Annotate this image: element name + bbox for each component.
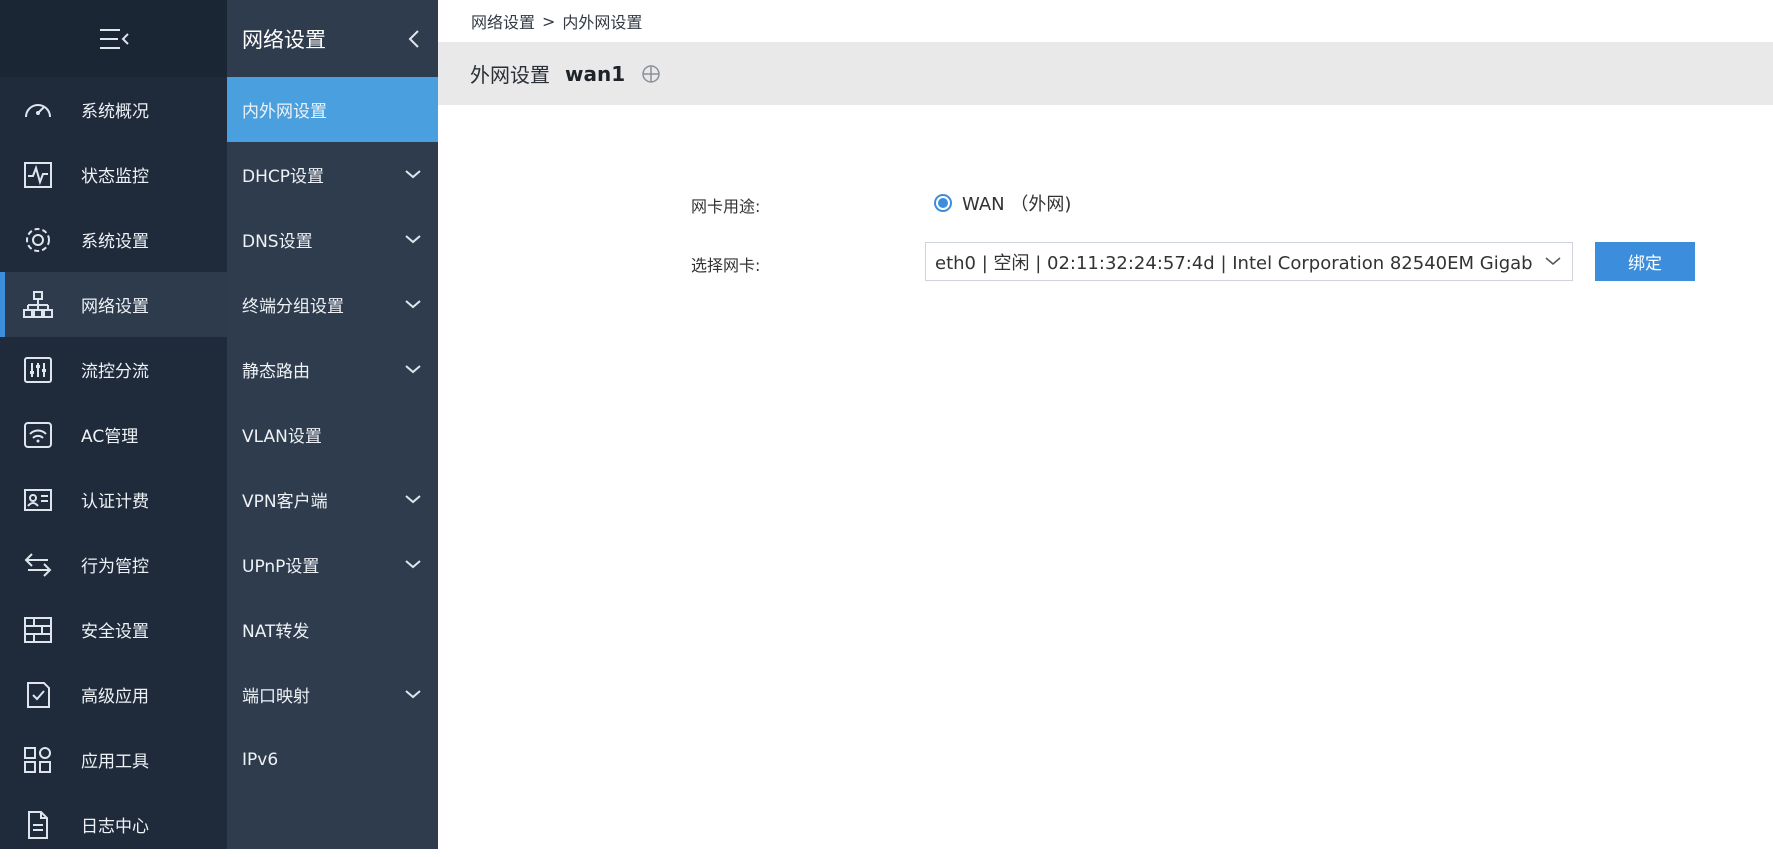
sidebar-item-label: 行为管控 bbox=[81, 557, 149, 577]
sidebar-item-label: 高级应用 bbox=[81, 687, 149, 707]
chevron-down-icon bbox=[405, 235, 421, 244]
subnav-item-label: 终端分组设置 bbox=[242, 297, 344, 317]
sidebar-item-label: 安全设置 bbox=[81, 622, 149, 642]
sidebar-item-ac-management[interactable]: AC管理 bbox=[0, 402, 227, 467]
gear-icon bbox=[22, 225, 54, 255]
dashboard-icon bbox=[22, 95, 54, 125]
firewall-icon bbox=[22, 615, 54, 645]
apps-icon bbox=[22, 745, 54, 775]
breadcrumb-current: 内外网设置 bbox=[562, 13, 643, 32]
checklist-icon bbox=[22, 680, 54, 710]
swap-icon bbox=[22, 550, 54, 580]
subnav-item-label: IPv6 bbox=[242, 749, 279, 770]
menu-collapse-icon[interactable] bbox=[98, 26, 130, 52]
chevron-down-icon bbox=[405, 170, 421, 179]
sidebar-item-label: 系统概况 bbox=[81, 102, 149, 122]
id-card-icon bbox=[22, 485, 54, 515]
sidebar-item-network-settings[interactable]: 网络设置 bbox=[0, 272, 227, 337]
nic-select[interactable]: eth0 | 空闲 | 02:11:32:24:57:4d | Intel Co… bbox=[925, 242, 1573, 281]
radio-dot bbox=[938, 198, 948, 208]
subnav-item-lan-wan[interactable]: 内外网设置 bbox=[227, 77, 438, 142]
sidebar-item-label: 应用工具 bbox=[81, 752, 149, 772]
sliders-icon bbox=[22, 355, 54, 385]
chevron-down-icon bbox=[1545, 257, 1561, 265]
sidebar-item-overview[interactable]: 系统概况 bbox=[0, 77, 227, 142]
subnav-item-label: VLAN设置 bbox=[242, 427, 322, 447]
subnav-item-dns[interactable]: DNS设置 bbox=[227, 207, 438, 272]
subnav-item-label: VPN客户端 bbox=[242, 492, 328, 512]
bind-button[interactable]: 绑定 bbox=[1595, 242, 1695, 281]
interface-name: wan1 bbox=[565, 61, 626, 86]
page-header: 外网设置 wan1 bbox=[438, 42, 1773, 105]
sidebar-item-system-settings[interactable]: 系统设置 bbox=[0, 207, 227, 272]
sidebar-item-authentication[interactable]: 认证计费 bbox=[0, 467, 227, 532]
subnav-item-label: NAT转发 bbox=[242, 622, 310, 642]
sidebar-item-label: 流控分流 bbox=[81, 362, 149, 382]
chevron-down-icon bbox=[405, 365, 421, 374]
wan-radio[interactable] bbox=[934, 194, 952, 212]
sidebar-toggle[interactable] bbox=[0, 0, 227, 77]
subnav-item-nat[interactable]: NAT转发 bbox=[227, 597, 438, 662]
subnav-item-dhcp[interactable]: DHCP设置 bbox=[227, 142, 438, 207]
breadcrumb-separator: > bbox=[542, 11, 556, 31]
usage-label: 网卡用途: bbox=[691, 197, 761, 216]
sidebar-item-label: 网络设置 bbox=[81, 297, 149, 317]
chevron-down-icon bbox=[405, 560, 421, 569]
subnav-item-label: 端口映射 bbox=[242, 687, 310, 707]
chevron-down-icon bbox=[405, 300, 421, 309]
subnav-item-upnp[interactable]: UPnP设置 bbox=[227, 532, 438, 597]
subnav-item-terminal-group[interactable]: 终端分组设置 bbox=[227, 272, 438, 337]
sub-navigation: 网络设置 内外网设置 DHCP设置 DNS设置 终端分组设置 静态路由 VLAN… bbox=[227, 0, 438, 849]
add-circle-icon[interactable] bbox=[640, 63, 662, 85]
subnav-item-vlan[interactable]: VLAN设置 bbox=[227, 402, 438, 467]
subnav-item-static-route[interactable]: 静态路由 bbox=[227, 337, 438, 402]
chevron-down-icon bbox=[405, 690, 421, 699]
subnav-item-vpn-client[interactable]: VPN客户端 bbox=[227, 467, 438, 532]
document-icon bbox=[22, 810, 54, 840]
subnav-title: 网络设置 bbox=[242, 27, 326, 52]
sidebar-item-flow-control[interactable]: 流控分流 bbox=[0, 337, 227, 402]
network-icon bbox=[22, 290, 54, 320]
subnav-header: 网络设置 bbox=[227, 0, 438, 77]
wan-radio-label: WAN （外网) bbox=[962, 194, 1072, 215]
subnav-item-label: 内外网设置 bbox=[242, 102, 327, 122]
sidebar-item-label: 认证计费 bbox=[81, 492, 149, 512]
wifi-icon bbox=[22, 420, 54, 450]
monitor-icon bbox=[22, 160, 54, 190]
subnav-item-label: DNS设置 bbox=[242, 232, 313, 252]
breadcrumb: 网络设置 > 内外网设置 bbox=[438, 0, 1773, 42]
main-content: 网络设置 > 内外网设置 外网设置 wan1 网卡用途: WAN （外网) 选择… bbox=[438, 0, 1773, 849]
subnav-item-label: UPnP设置 bbox=[242, 557, 320, 577]
sidebar-item-label: 日志中心 bbox=[81, 817, 149, 837]
chevron-down-icon bbox=[405, 495, 421, 504]
nic-label: 选择网卡: bbox=[691, 256, 761, 275]
primary-sidebar: 系统概况 状态监控 系统设置 网络设置 流控分流 AC管理 认证计费 行为管控 … bbox=[0, 0, 227, 849]
usage-wan-radio-option[interactable]: WAN （外网) bbox=[934, 190, 1071, 216]
sidebar-item-advanced[interactable]: 高级应用 bbox=[0, 662, 227, 727]
subnav-item-label: DHCP设置 bbox=[242, 167, 324, 187]
sidebar-item-app-tools[interactable]: 应用工具 bbox=[0, 727, 227, 792]
sidebar-item-label: AC管理 bbox=[81, 427, 139, 447]
page-title: 外网设置 bbox=[470, 63, 550, 87]
chevron-left-icon[interactable] bbox=[406, 27, 422, 51]
sidebar-item-logs[interactable]: 日志中心 bbox=[0, 792, 227, 857]
subnav-item-ipv6[interactable]: IPv6 bbox=[227, 727, 438, 792]
sidebar-item-label: 系统设置 bbox=[81, 232, 149, 252]
sidebar-item-behavior-control[interactable]: 行为管控 bbox=[0, 532, 227, 597]
sidebar-item-monitor[interactable]: 状态监控 bbox=[0, 142, 227, 207]
sidebar-item-security[interactable]: 安全设置 bbox=[0, 597, 227, 662]
subnav-item-port-mapping[interactable]: 端口映射 bbox=[227, 662, 438, 727]
breadcrumb-parent[interactable]: 网络设置 bbox=[471, 9, 535, 33]
sidebar-item-label: 状态监控 bbox=[81, 167, 149, 187]
nic-select-value: eth0 | 空闲 | 02:11:32:24:57:4d | Intel Co… bbox=[935, 252, 1533, 274]
subnav-item-label: 静态路由 bbox=[242, 362, 310, 382]
